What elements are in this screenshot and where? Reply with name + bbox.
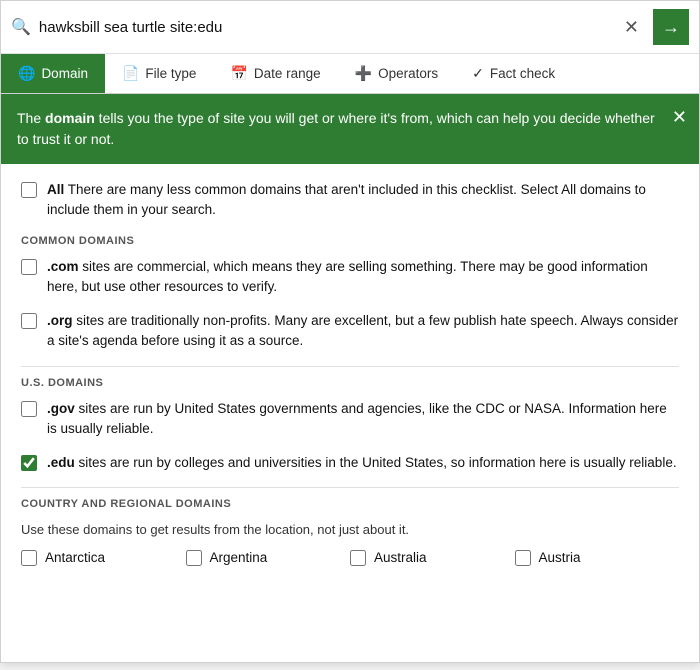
search-input[interactable]: hawksbill sea turtle site:edu bbox=[39, 19, 610, 36]
main-container: 🔍 hawksbill sea turtle site:edu ✕ → 🌐 Do… bbox=[0, 0, 700, 663]
tab-domain-label: Domain bbox=[41, 66, 88, 81]
factcheck-tab-icon: ✓ bbox=[472, 65, 484, 82]
argentina-checkbox[interactable] bbox=[186, 550, 202, 566]
tab-daterange-label: Date range bbox=[254, 66, 321, 81]
tabs-row: 🌐 Domain 📄 File type 📅 Date range ➕ Oper… bbox=[1, 54, 699, 94]
content-area: All There are many less common domains t… bbox=[1, 164, 699, 662]
banner-bold: domain bbox=[45, 110, 95, 126]
org-checkbox[interactable] bbox=[21, 313, 37, 329]
tab-filetype[interactable]: 📄 File type bbox=[105, 54, 213, 93]
tab-operators[interactable]: ➕ Operators bbox=[338, 54, 455, 93]
org-label: .org sites are traditionally non-profits… bbox=[47, 311, 679, 352]
divider-2 bbox=[21, 487, 679, 488]
edu-checkbox[interactable] bbox=[21, 455, 37, 471]
country-section-desc: Use these domains to get results from th… bbox=[21, 520, 679, 540]
australia-label: Australia bbox=[374, 550, 427, 565]
country-item-antarctica: Antarctica bbox=[21, 550, 186, 566]
tab-operators-label: Operators bbox=[378, 66, 438, 81]
search-bar: 🔍 hawksbill sea turtle site:edu ✕ → bbox=[1, 1, 699, 54]
country-item-australia: Australia bbox=[350, 550, 515, 566]
com-checkbox[interactable] bbox=[21, 259, 37, 275]
clear-icon[interactable]: ✕ bbox=[618, 15, 645, 40]
daterange-tab-icon: 📅 bbox=[230, 65, 247, 82]
tab-domain[interactable]: 🌐 Domain bbox=[1, 54, 105, 93]
country-row: Antarctica Argentina Australia Austria bbox=[21, 550, 679, 566]
antarctica-checkbox[interactable] bbox=[21, 550, 37, 566]
all-checkbox[interactable] bbox=[21, 182, 37, 198]
common-domains-label: COMMON DOMAINS bbox=[21, 235, 679, 247]
austria-checkbox[interactable] bbox=[515, 550, 531, 566]
tab-factcheck-label: Fact check bbox=[490, 66, 555, 81]
filetype-tab-icon: 📄 bbox=[122, 65, 139, 82]
com-label: .com sites are commercial, which means t… bbox=[47, 257, 679, 298]
us-domains-label: U.S. DOMAINS bbox=[21, 377, 679, 389]
com-option-row: .com sites are commercial, which means t… bbox=[21, 257, 679, 298]
banner-text-before: The bbox=[17, 110, 45, 126]
tab-daterange[interactable]: 📅 Date range bbox=[213, 54, 337, 93]
gov-option-row: .gov sites are run by United States gove… bbox=[21, 399, 679, 440]
country-item-argentina: Argentina bbox=[186, 550, 351, 566]
search-go-button[interactable]: → bbox=[653, 9, 689, 45]
divider-1 bbox=[21, 366, 679, 367]
country-item-austria: Austria bbox=[515, 550, 680, 566]
australia-checkbox[interactable] bbox=[350, 550, 366, 566]
gov-label: .gov sites are run by United States gove… bbox=[47, 399, 679, 440]
domain-tab-icon: 🌐 bbox=[18, 65, 35, 82]
edu-option-row: .edu sites are run by colleges and unive… bbox=[21, 453, 679, 473]
country-section-label: COUNTRY AND REGIONAL DOMAINS bbox=[21, 498, 679, 510]
gov-checkbox[interactable] bbox=[21, 401, 37, 417]
all-option-row: All There are many less common domains t… bbox=[21, 180, 679, 221]
austria-label: Austria bbox=[539, 550, 581, 565]
argentina-label: Argentina bbox=[210, 550, 268, 565]
search-icon: 🔍 bbox=[11, 17, 31, 37]
all-label: All There are many less common domains t… bbox=[47, 180, 679, 221]
banner-close-button[interactable]: ✕ bbox=[672, 104, 687, 131]
org-option-row: .org sites are traditionally non-profits… bbox=[21, 311, 679, 352]
edu-label: .edu sites are run by colleges and unive… bbox=[47, 453, 677, 473]
tab-factcheck[interactable]: ✓ Fact check bbox=[455, 54, 572, 93]
banner-text-after: tells you the type of site you will get … bbox=[17, 110, 655, 147]
tab-filetype-label: File type bbox=[145, 66, 196, 81]
antarctica-label: Antarctica bbox=[45, 550, 105, 565]
info-banner: The domain tells you the type of site yo… bbox=[1, 94, 699, 164]
operators-tab-icon: ➕ bbox=[355, 65, 372, 82]
